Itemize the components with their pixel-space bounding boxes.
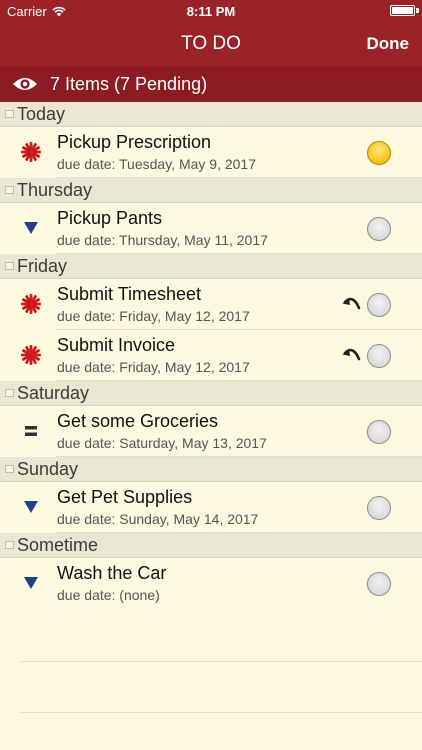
todo-list: Today Pickup Prescription due date: Tuesda… xyxy=(0,102,422,609)
section-label: Sunday xyxy=(17,458,79,479)
todo-due-date: due date: Sunday, May 14, 2017 xyxy=(57,511,259,527)
section-label: Today xyxy=(17,103,66,124)
section-label: Saturday xyxy=(17,382,90,403)
complete-checkbox[interactable] xyxy=(367,217,391,241)
section-label: Sometime xyxy=(17,534,99,555)
section-header-saturday[interactable]: Saturday xyxy=(0,381,422,406)
status-time: 8:11 PM xyxy=(186,4,236,19)
undo-arrow-icon[interactable] xyxy=(342,295,362,313)
todo-row[interactable]: Wash the Car due date: (none) xyxy=(0,558,422,609)
collapse-toggle-icon[interactable] xyxy=(5,541,14,549)
todo-title: Submit Invoice xyxy=(57,335,176,355)
todo-due-date: due date: (none) xyxy=(57,587,160,603)
todo-row[interactable]: Pickup Prescription due date: Tuesday, Ma… xyxy=(0,127,422,178)
empty-row-divider xyxy=(20,712,422,713)
eye-icon[interactable] xyxy=(12,76,38,92)
collapse-toggle-icon[interactable] xyxy=(5,389,14,397)
asterisk-icon xyxy=(20,141,42,163)
section-header-sometime[interactable]: Sometime xyxy=(0,533,422,558)
todo-title: Submit Timesheet xyxy=(57,284,202,304)
collapse-toggle-icon[interactable] xyxy=(5,110,14,118)
undo-arrow-icon[interactable] xyxy=(342,346,362,364)
section-label: Thursday xyxy=(17,179,93,200)
todo-title: Get some Groceries xyxy=(57,411,219,431)
collapse-toggle-icon[interactable] xyxy=(5,186,14,194)
nav-bar: TO DO Done xyxy=(0,22,422,66)
empty-row-divider xyxy=(20,661,422,662)
todo-row[interactable]: Pickup Pants due date: Thursday, May 11, … xyxy=(0,203,422,254)
todo-row[interactable]: Submit Timesheet due date: Friday, May 12… xyxy=(0,279,422,330)
todo-due-date: due date: Thursday, May 11, 2017 xyxy=(57,232,268,248)
todo-title: Wash the Car xyxy=(57,563,167,583)
triangle-down-icon xyxy=(20,217,42,239)
complete-checkbox[interactable] xyxy=(367,572,391,596)
todo-due-date: due date: Tuesday, May 9, 2017 xyxy=(57,156,256,172)
collapse-toggle-icon[interactable] xyxy=(5,262,14,270)
section-header-sunday[interactable]: Sunday xyxy=(0,457,422,482)
section-header-today[interactable]: Today xyxy=(0,102,422,127)
triangle-down-icon xyxy=(20,572,42,594)
complete-checkbox[interactable] xyxy=(367,344,391,368)
todo-title: Get Pet Supplies xyxy=(57,487,193,507)
done-button[interactable]: Done xyxy=(367,34,410,54)
todo-due-date: due date: Saturday, May 13, 2017 xyxy=(57,435,267,451)
page-title: TO DO xyxy=(181,33,241,54)
equals-icon xyxy=(20,420,42,442)
todo-title: Pickup Pants xyxy=(57,208,163,228)
todo-row[interactable]: Submit Invoice due date: Friday, May 12, … xyxy=(0,330,422,381)
summary-text: 7 Items (7 Pending) xyxy=(50,73,208,94)
complete-checkbox[interactable] xyxy=(367,293,391,317)
collapse-toggle-icon[interactable] xyxy=(5,465,14,473)
asterisk-icon xyxy=(20,293,42,315)
triangle-down-icon xyxy=(20,496,42,518)
todo-due-date: due date: Friday, May 12, 2017 xyxy=(57,308,250,324)
section-label: Friday xyxy=(17,255,68,276)
battery-icon xyxy=(390,5,415,16)
todo-row[interactable]: Get some Groceries due date: Saturday, Ma… xyxy=(0,406,422,457)
asterisk-icon xyxy=(20,344,42,366)
complete-checkbox[interactable] xyxy=(367,496,391,520)
todo-row[interactable]: Get Pet Supplies due date: Sunday, May 14… xyxy=(0,482,422,533)
section-header-friday[interactable]: Friday xyxy=(0,254,422,279)
todo-title: Pickup Prescription xyxy=(57,132,212,152)
todo-due-date: due date: Friday, May 12, 2017 xyxy=(57,359,250,375)
summary-bar[interactable]: 7 Items (7 Pending) xyxy=(0,66,422,102)
battery-tip xyxy=(416,8,419,13)
status-bar: Carrier 8:11 PM xyxy=(0,0,422,22)
complete-checkbox[interactable] xyxy=(367,141,391,165)
section-header-thursday[interactable]: Thursday xyxy=(0,178,422,203)
complete-checkbox[interactable] xyxy=(367,420,391,444)
